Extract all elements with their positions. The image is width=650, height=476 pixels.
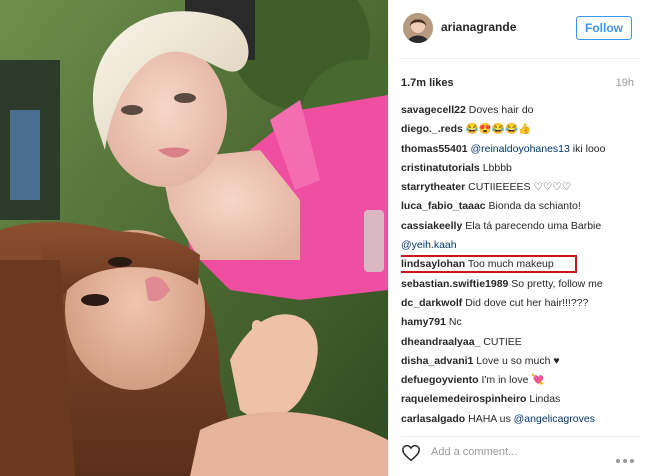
comment-username[interactable]: defuegoyviento bbox=[401, 374, 479, 386]
comment-row: thomas55401 @reinaldoyohanes13 iki looo bbox=[401, 140, 647, 159]
comments-list: savagecell22 Doves hair do diego._.reds … bbox=[401, 101, 647, 431]
comment-text: Lbbbb bbox=[479, 161, 512, 174]
comment-mention[interactable]: @reinaldoyohanes13 bbox=[468, 143, 569, 155]
comment-text: Did dove cut her hair!!!??? bbox=[462, 296, 589, 309]
photo-illustration bbox=[0, 0, 388, 476]
footer-divider bbox=[399, 436, 641, 437]
comment-row-highlighted: lindsaylohan Too much makeup bbox=[401, 255, 647, 274]
comment-username[interactable]: cristinatutorials bbox=[401, 162, 480, 174]
avatar-image bbox=[403, 13, 433, 43]
comment-row: dheandraalyaa_ CUTIEE bbox=[401, 333, 647, 352]
comment-row: raquelemedeirospinheiro Lindas bbox=[401, 390, 647, 409]
post-header: arianagrande Follow bbox=[389, 0, 650, 58]
comment-row: sebastian.swiftie1989 So pretty, follow … bbox=[401, 275, 647, 294]
avatar[interactable] bbox=[403, 13, 433, 43]
comment-username[interactable]: luca_fabio_taaac bbox=[401, 200, 486, 212]
comment-text: So pretty, follow me bbox=[508, 277, 603, 290]
comment-username[interactable]: carlasalgado bbox=[401, 413, 465, 425]
heart-icon[interactable] bbox=[401, 444, 421, 462]
comment-username[interactable]: sebastian.swiftie1989 bbox=[401, 278, 508, 290]
comment-text: iki looo bbox=[569, 142, 606, 155]
comment-row: diego._.reds 😂😍😂😂👍 bbox=[401, 120, 647, 139]
comment-row: starrytheater CUTIIEEEES ♡♡♡♡ bbox=[401, 178, 647, 197]
comment-username[interactable]: thomas55401 bbox=[401, 143, 468, 155]
comment-username[interactable]: diego._.reds bbox=[401, 123, 463, 135]
comment-username[interactable]: hamy791 bbox=[401, 316, 446, 328]
comment-row-continuation: @yeih.kaah bbox=[401, 236, 647, 255]
comment-text: Doves hair do bbox=[465, 104, 534, 116]
comment-text: CUTIIEEEES ♡♡♡♡ bbox=[465, 181, 572, 194]
comment-row: dc_darkwolf Did dove cut her hair!!!??? bbox=[401, 294, 647, 313]
post-details-panel: arianagrande Follow 1.7m likes 19h savag… bbox=[388, 0, 650, 476]
comment-username[interactable]: starrytheater bbox=[401, 181, 465, 193]
comment-row: luca_fabio_taaac Bionda da schianto! bbox=[401, 197, 647, 216]
comment-text: 😂😍😂😂👍 bbox=[462, 123, 532, 136]
highlight-box bbox=[401, 255, 577, 274]
comment-text: CUTIEE bbox=[480, 335, 522, 348]
comment-username[interactable]: savagecell22 bbox=[401, 104, 466, 116]
comment-footer: Add a comment... bbox=[389, 440, 650, 476]
comment-text: Ela tá parecendo uma Barbie bbox=[462, 219, 602, 232]
comment-row: defuegoyviento I'm in love 💘 bbox=[401, 371, 647, 390]
comment-mention[interactable]: @angelicagroves bbox=[511, 413, 595, 425]
comment-username[interactable]: cassiakeelly bbox=[401, 220, 462, 232]
comment-row: cassiakeelly Ela tá parecendo uma Barbie bbox=[401, 217, 647, 236]
post-photo[interactable] bbox=[0, 0, 388, 476]
comment-text: Lindas bbox=[526, 393, 561, 406]
comment-text: Bionda da schianto! bbox=[485, 200, 581, 213]
more-options-icon[interactable] bbox=[615, 451, 635, 463]
comment-username[interactable]: dheandraalyaa_ bbox=[401, 336, 480, 348]
comment-text: Love u so much ♥ bbox=[473, 354, 560, 367]
comment-row: savagecell22 Doves hair do bbox=[401, 101, 647, 120]
comment-row: hamy791 Nc bbox=[401, 313, 647, 332]
comment-row: carlasalgado HAHA us @angelicagroves bbox=[401, 410, 647, 429]
comment-username[interactable]: raquelemedeirospinheiro bbox=[401, 393, 526, 405]
follow-button[interactable]: Follow bbox=[576, 16, 632, 40]
likes-count[interactable]: 1.7m likes bbox=[401, 77, 454, 89]
comment-text: Nc bbox=[445, 316, 462, 329]
post-timestamp[interactable]: 19h bbox=[616, 77, 634, 89]
comment-text: HAHA us bbox=[465, 412, 511, 425]
add-comment-input[interactable]: Add a comment... bbox=[431, 446, 517, 458]
comment-row: disha_advani1 Love u so much ♥ bbox=[401, 352, 647, 371]
comment-row: cristinatutorials Lbbbb bbox=[401, 159, 647, 178]
username-link[interactable]: arianagrande bbox=[441, 20, 516, 34]
header-divider bbox=[399, 58, 641, 59]
comment-username[interactable]: dc_darkwolf bbox=[401, 297, 462, 309]
comment-mention[interactable]: @yeih.kaah bbox=[401, 239, 457, 251]
comment-text: I'm in love 💘 bbox=[478, 374, 545, 387]
comment-username[interactable]: disha_advani1 bbox=[401, 355, 473, 367]
